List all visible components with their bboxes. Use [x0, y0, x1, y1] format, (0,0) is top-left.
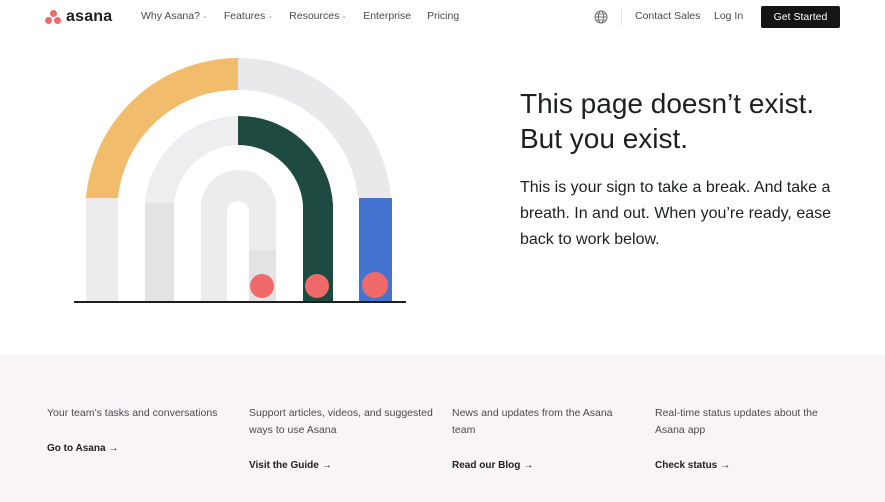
- nav-why-asana[interactable]: Why Asana? ⌄: [141, 10, 208, 22]
- coral-ball-1: [250, 274, 274, 298]
- nav-label: Pricing: [427, 10, 460, 22]
- get-started-button[interactable]: Get Started: [761, 6, 840, 28]
- chevron-down-icon: ⌄: [267, 13, 274, 20]
- headline-line-2: But you exist.: [520, 123, 689, 154]
- coral-ball-3: [362, 272, 388, 298]
- outer-left-leg: [86, 198, 118, 302]
- footer-description: Support articles, videos, and suggested …: [249, 407, 433, 436]
- footer-column-asana: Your team’s tasks and conversations: [47, 405, 232, 422]
- link-label: Go to Asana: [47, 443, 106, 454]
- log-in-link[interactable]: Log In: [714, 10, 743, 22]
- middle-left-leg: [145, 203, 174, 302]
- footer-description: News and updates from the Asana team: [452, 407, 613, 436]
- chevron-down-icon: ⌄: [201, 13, 208, 20]
- arrow-right-icon: →: [523, 460, 534, 471]
- top-nav-bar: asana Why Asana? ⌄ Features ⌄ Resources ⌄ E…: [0, 0, 885, 34]
- link-label: Check status: [655, 460, 718, 471]
- footer-column-blog: News and updates from the Asana team: [452, 405, 637, 439]
- footer-column-guide: Support articles, videos, and suggested …: [249, 405, 434, 439]
- go-to-asana-link[interactable]: Go to Asana →: [47, 443, 119, 454]
- nav-features[interactable]: Features ⌄: [224, 10, 273, 22]
- footer-description: Your team’s tasks and conversations: [47, 407, 218, 419]
- read-our-blog-link[interactable]: Read our Blog →: [452, 460, 533, 471]
- link-label: Visit the Guide: [249, 460, 319, 471]
- arrow-right-icon: →: [321, 460, 332, 471]
- coral-ball-2: [305, 274, 329, 298]
- help-links-footer: Your team’s tasks and conversations Go t…: [0, 355, 885, 502]
- arrow-right-icon: →: [720, 460, 731, 471]
- asana-logo-icon: [45, 10, 61, 24]
- visit-the-guide-link[interactable]: Visit the Guide →: [249, 460, 332, 471]
- footer-description: Real-time status updates about the Asana…: [655, 407, 818, 436]
- headline-line-1: This page doesn’t exist.: [520, 88, 815, 119]
- ground-line: [74, 301, 406, 303]
- globe-icon[interactable]: [594, 10, 608, 24]
- nav-enterprise[interactable]: Enterprise: [363, 10, 411, 22]
- brand-name: asana: [66, 8, 113, 25]
- rainbow-illustration: [74, 57, 406, 303]
- chevron-down-icon: ⌄: [341, 13, 348, 20]
- asana-logo[interactable]: asana: [45, 8, 112, 26]
- main-nav: Why Asana? ⌄ Features ⌄ Resources ⌄ Enterpr…: [141, 10, 475, 22]
- header-divider: [621, 9, 622, 25]
- nav-label: Resources: [289, 10, 340, 22]
- nav-label: Features: [223, 10, 266, 22]
- nav-pricing[interactable]: Pricing: [427, 10, 459, 22]
- nav-label: Why Asana?: [141, 10, 200, 22]
- arrow-right-icon: →: [108, 443, 119, 454]
- nav-label: Enterprise: [363, 10, 412, 22]
- nav-resources[interactable]: Resources ⌄: [289, 10, 347, 22]
- check-status-link[interactable]: Check status →: [655, 460, 730, 471]
- page-title: This page doesn’t exist. But you exist.: [520, 86, 860, 156]
- contact-sales-link[interactable]: Contact Sales: [635, 10, 700, 22]
- link-label: Read our Blog: [452, 460, 521, 471]
- footer-column-status: Real-time status updates about the Asana…: [655, 405, 840, 439]
- error-message-body: This is your sign to take a break. And t…: [520, 179, 832, 248]
